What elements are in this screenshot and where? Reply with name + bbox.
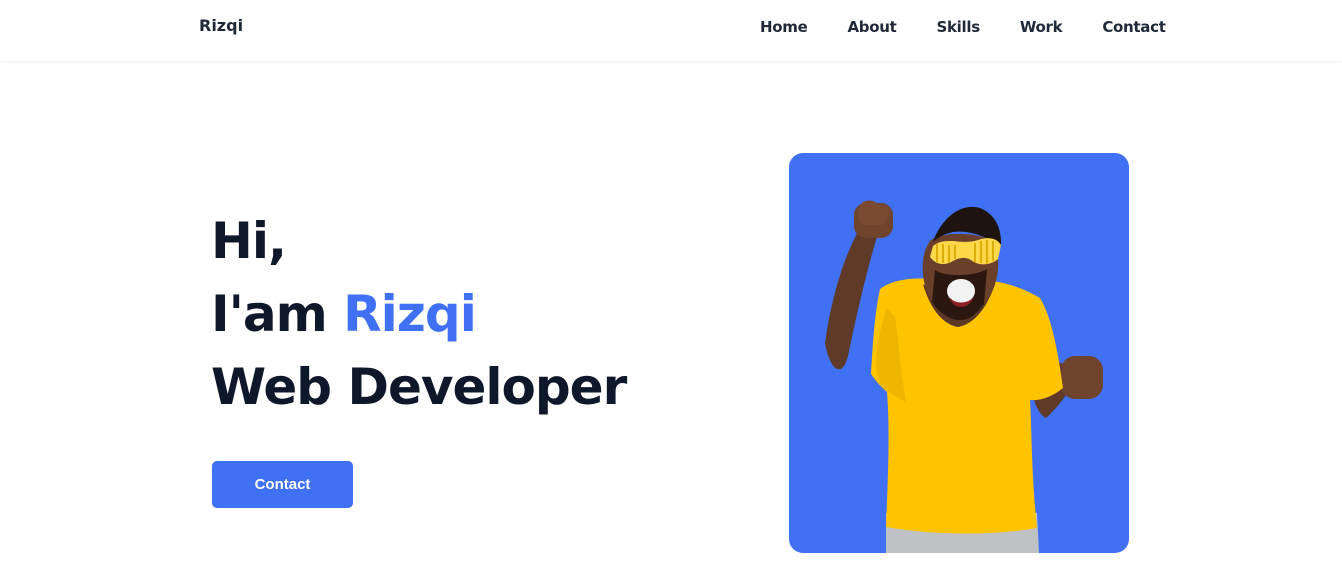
site-header: Rizqi Home About Skills Work Contact (0, 0, 1342, 61)
hero-intro-line: I'am Rizqi (211, 278, 691, 351)
contact-button[interactable]: Contact (212, 461, 353, 508)
nav-link-about[interactable]: About (847, 18, 896, 36)
hero-role: Web Developer (211, 358, 627, 416)
hero-greeting: Hi, (211, 212, 287, 270)
nav-link-contact[interactable]: Contact (1102, 18, 1166, 36)
person-illustration (825, 200, 1103, 553)
nav-link-skills[interactable]: Skills (936, 18, 980, 36)
hero-name: Rizqi (343, 285, 477, 343)
hero-heading: Hi, I'am Rizqi Web Developer (211, 205, 691, 424)
main-nav: Home About Skills Work Contact (760, 18, 1166, 36)
site-logo[interactable]: Rizqi (199, 16, 243, 36)
nav-link-home[interactable]: Home (760, 18, 808, 36)
hero-portrait (789, 153, 1129, 553)
nav-link-work[interactable]: Work (1020, 18, 1063, 36)
hero-intro-prefix: I'am (211, 285, 344, 343)
